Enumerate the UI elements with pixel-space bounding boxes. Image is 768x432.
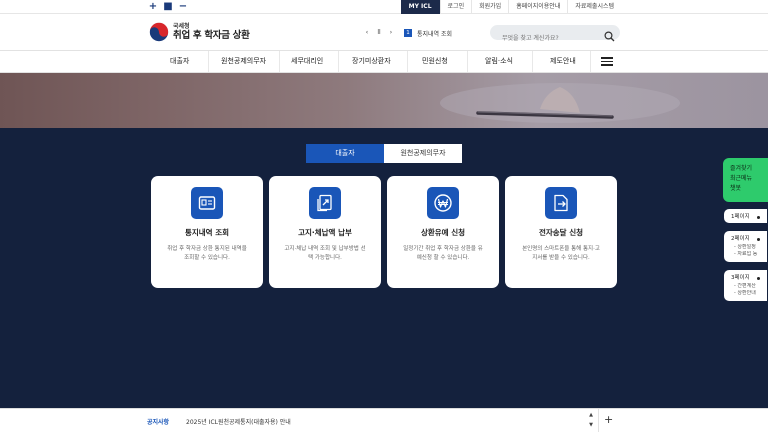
quick-page-title: 2페이지 xyxy=(731,236,750,242)
search-icon[interactable] xyxy=(604,27,615,42)
quick-favorites[interactable]: 즐겨찾기 xyxy=(730,164,764,174)
nav-divider xyxy=(467,51,468,72)
search-input[interactable] xyxy=(490,31,590,46)
quick-sub-item[interactable]: - 상환일정 xyxy=(731,244,767,251)
card-title: 상환유예 신청 xyxy=(420,228,465,237)
nav-news[interactable]: 알림·소식 xyxy=(485,51,513,72)
menu-icon[interactable] xyxy=(601,57,613,66)
ticker-notice-link[interactable]: 통지내역 조회 xyxy=(417,29,452,38)
notice-bar: 공지사항 2025년 ICL원천공제통지(대출자용) 안내 ▲ ▼ + xyxy=(0,408,768,432)
ticker-next-button[interactable]: › xyxy=(386,28,396,38)
data-submission-link[interactable]: 자료제출시스템 xyxy=(567,0,621,14)
card-description: 일정기간 취업 후 학자금 상환을 유예신청 할 수 있습니다. xyxy=(403,246,483,261)
quick-page-3[interactable]: 3페이지 - 간편계산 - 상환안내 xyxy=(723,269,768,302)
tab-withholder[interactable]: 원천공제의무자 xyxy=(384,144,462,163)
quick-menu-green: 즐겨찾기 최근메뉴 챗봇 xyxy=(723,158,768,202)
nav-withholder[interactable]: 원천공제의무자 xyxy=(221,51,266,72)
card-notice-inquiry[interactable]: 통지내역 조회 취업 후 학자금 상환 통지된 내역을 조회할 수 있습니다. xyxy=(151,176,263,288)
utility-links: MY ICL 로그인 회원가입 홈페이지이용안내 자료제출시스템 xyxy=(400,0,621,14)
nav-long-term-unpaid[interactable]: 장기미상환자 xyxy=(352,51,391,72)
more-notices-button[interactable]: + xyxy=(604,413,613,426)
card-title: 고지·체납액 납부 xyxy=(298,228,352,237)
quick-page-title: 3페이지 xyxy=(731,275,750,281)
quick-chatbot[interactable]: 챗봇 xyxy=(730,184,764,194)
zoom-in-button[interactable]: + xyxy=(148,1,158,12)
zoom-reset-button[interactable]: ■ xyxy=(163,1,173,12)
main-nav: 대출자 원천공제의무자 세무대리인 장기미상환자 민원신청 알림·소식 제도안내 xyxy=(0,50,768,73)
quick-panel: 즐겨찾기 최근메뉴 챗봇 1페이지 2페이지 - 상환일정 - 자료입 등 3페… xyxy=(723,158,768,302)
quick-sub-item[interactable]: - 간편계산 xyxy=(731,283,767,290)
document-card-icon xyxy=(191,187,223,219)
utility-bar: + ■ − MY ICL 로그인 회원가입 홈페이지이용안내 자료제출시스템 xyxy=(0,0,768,14)
payment-document-icon xyxy=(309,187,341,219)
my-icl-link[interactable]: MY ICL xyxy=(400,0,440,14)
dot-icon xyxy=(757,277,760,280)
pen-illustration-icon xyxy=(440,83,680,123)
site-logo[interactable]: 국세청 취업 후 학자금 상환 xyxy=(149,22,250,42)
dot-icon xyxy=(757,238,760,241)
quick-page-1[interactable]: 1페이지 xyxy=(723,208,768,224)
nav-divider xyxy=(208,51,209,72)
quick-sub-item[interactable]: - 상환안내 xyxy=(731,290,767,297)
signup-link[interactable]: 회원가입 xyxy=(471,0,508,14)
tab-borrower[interactable]: 대출자 xyxy=(306,144,384,163)
card-title: 통지내역 조회 xyxy=(184,228,229,237)
ticker-number-badge: 1 xyxy=(404,29,412,37)
notice-label: 공지사항 xyxy=(147,419,170,426)
notice-ticker: ‹ ll › 1 통지내역 조회 xyxy=(362,28,452,38)
search-box xyxy=(490,25,620,46)
nav-divider xyxy=(279,51,280,72)
export-document-icon xyxy=(545,187,577,219)
taegeuk-logo-icon xyxy=(149,22,169,42)
ticker-prev-button[interactable]: ‹ xyxy=(362,28,372,38)
header: 국세청 취업 후 학자금 상환 ‹ ll › 1 통지내역 조회 xyxy=(0,14,768,50)
card-description: 본인명의 스마트폰을 통해 통지·고지서를 받을 수 있습니다. xyxy=(522,246,600,261)
hero-banner xyxy=(0,73,768,128)
logo-service-name: 취업 후 학자금 상환 xyxy=(173,30,250,41)
chevron-down-icon[interactable]: ▼ xyxy=(586,420,596,430)
quick-page-title: 1페이지 xyxy=(731,214,750,220)
won-currency-icon xyxy=(427,187,459,219)
nav-divider xyxy=(532,51,533,72)
card-description: 고지·체납 내역 조회 및 납부방법 선택 가능합니다. xyxy=(284,246,366,261)
card-title: 전자송달 신청 xyxy=(538,228,583,237)
dot-icon xyxy=(757,216,760,219)
card-description: 취업 후 학자금 상환 통지된 내역을 조회할 수 있습니다. xyxy=(167,246,247,261)
quick-page-2[interactable]: 2페이지 - 상환일정 - 자료입 등 xyxy=(723,230,768,263)
card-payment[interactable]: 고지·체납액 납부 고지·체납 내역 조회 및 납부방법 선택 가능합니다. xyxy=(269,176,381,288)
main-section: 대출자 원천공제의무자 통지내역 조회 취업 후 학자금 상환 통지된 내역을 … xyxy=(0,128,768,408)
notice-headline-link[interactable]: 2025년 ICL원천공제통지(대출자용) 안내 xyxy=(186,417,291,426)
nav-system-guide[interactable]: 제도안내 xyxy=(550,51,576,72)
nav-borrower[interactable]: 대출자 xyxy=(170,51,189,72)
notice-arrows: ▲ ▼ xyxy=(586,410,596,430)
login-link[interactable]: 로그인 xyxy=(439,0,472,14)
quick-recent-menu[interactable]: 최근메뉴 xyxy=(730,174,764,184)
quick-sub-item[interactable]: - 자료입 등 xyxy=(731,251,767,258)
zoom-out-button[interactable]: − xyxy=(178,1,188,12)
nav-divider xyxy=(407,51,408,72)
nav-tax-agent[interactable]: 세무대리인 xyxy=(291,51,323,72)
logo-org-name: 국세청 xyxy=(173,23,190,30)
card-e-delivery[interactable]: 전자송달 신청 본인명의 스마트폰을 통해 통지·고지서를 받을 수 있습니다. xyxy=(505,176,617,288)
nav-divider xyxy=(590,51,591,72)
zoom-controls: + ■ − xyxy=(148,1,188,12)
card-deferment[interactable]: 상환유예 신청 일정기간 취업 후 학자금 상환을 유예신청 할 수 있습니다. xyxy=(387,176,499,288)
chevron-up-icon[interactable]: ▲ xyxy=(586,410,596,420)
divider xyxy=(598,409,599,432)
site-guide-link[interactable]: 홈페이지이용안내 xyxy=(508,0,567,14)
ticker-pause-button[interactable]: ll xyxy=(374,28,384,38)
user-type-tabs: 대출자 원천공제의무자 xyxy=(306,144,462,163)
nav-divider xyxy=(338,51,339,72)
nav-civil-petition[interactable]: 민원신청 xyxy=(422,51,448,72)
